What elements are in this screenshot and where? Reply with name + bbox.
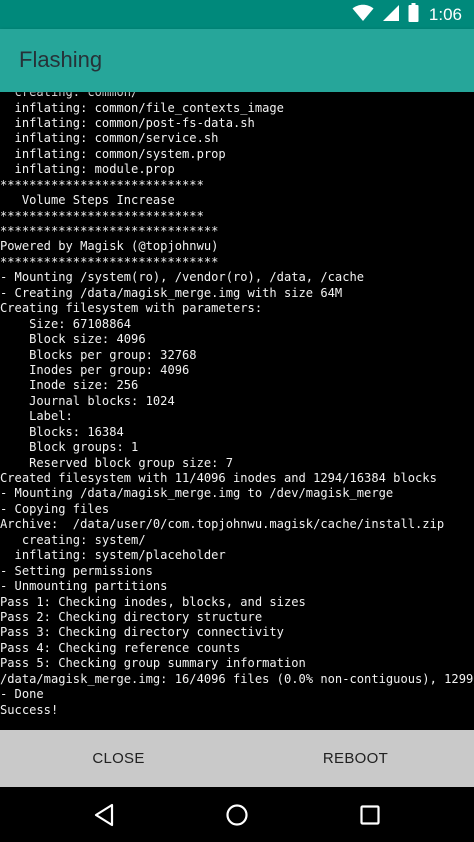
console-line: Inode size: 256: [0, 378, 139, 393]
console-line: inflating: common/file_contexts_image: [0, 100, 284, 115]
status-icons: 1:06: [352, 3, 462, 27]
console-line: ******************************: [0, 224, 219, 238]
console-line: inflating: common/system.prop: [0, 146, 226, 161]
console-line: Inodes per group: 4096: [0, 362, 190, 377]
recents-icon[interactable]: [356, 801, 384, 829]
wifi-icon: [352, 4, 374, 27]
console-line: - Mounting /system(ro), /vendor(ro), /da…: [0, 270, 365, 285]
console-line: - Mounting /data/magisk_merge.img to /de…: [0, 486, 394, 501]
console-line: ******************************: [0, 254, 219, 269]
console-line: Size: 67108864: [0, 316, 132, 331]
back-icon[interactable]: [90, 801, 118, 829]
console-line: Volume Steps Increase: [0, 193, 175, 208]
console-line: Blocks per group: 32768: [0, 347, 197, 362]
console-log: creating: common/ inflating: common/file…: [0, 92, 474, 718]
console-line: inflating: common/post-fs-data.sh: [0, 115, 255, 130]
console-line: /data/magisk_merge.img: 16/4096 files (0…: [0, 671, 474, 686]
reboot-button[interactable]: REBOOT: [237, 730, 474, 787]
console-line: Pass 1: Checking inodes, blocks, and siz…: [0, 594, 306, 609]
battery-icon: [408, 3, 419, 27]
console-line: ****************************: [0, 208, 204, 223]
close-button[interactable]: CLOSE: [0, 730, 237, 787]
navigation-bar: [0, 787, 474, 842]
console-line: creating: common/: [0, 92, 139, 100]
console-line: Creating filesystem with parameters:: [0, 301, 263, 316]
console-line: inflating: system/placeholder: [0, 548, 226, 563]
console-line: Reserved block group size: 7: [0, 455, 233, 470]
page-title: Flashing: [19, 47, 103, 72]
console-line: Block groups: 1: [0, 440, 139, 455]
console-line: Block size: 4096: [0, 332, 146, 347]
console-line: Pass 3: Checking directory connectivity: [0, 625, 284, 640]
console-line: Pass 5: Checking group summary informati…: [0, 656, 306, 671]
console-line: Archive: /data/user/0/com.topjohnwu.magi…: [0, 517, 445, 532]
console-line: Pass 4: Checking reference counts: [0, 640, 241, 655]
console-line: - Setting permissions: [0, 563, 153, 578]
home-icon[interactable]: [223, 801, 251, 829]
console-line: ****************************: [0, 177, 204, 192]
signal-icon: [382, 4, 400, 27]
console-line: - Unmounting partitions: [0, 579, 168, 594]
console-line: Created filesystem with 11/4096 inodes a…: [0, 471, 437, 485]
console-line: inflating: module.prop: [0, 162, 175, 177]
console-line: Powered by Magisk (@topjohnwu): [0, 239, 219, 254]
console-line: Success!: [0, 702, 59, 717]
status-bar: 1:06: [0, 0, 474, 29]
console-line: Pass 2: Checking directory structure: [0, 609, 263, 624]
console-line: inflating: common/service.sh: [0, 131, 219, 146]
status-time: 1:06: [428, 5, 462, 24]
console-output[interactable]: creating: common/ inflating: common/file…: [0, 92, 474, 730]
console-line: - Creating /data/magisk_merge.img with s…: [0, 285, 343, 300]
console-line: Blocks: 16384: [0, 424, 124, 439]
app-bar: Flashing: [0, 29, 474, 92]
console-line: Journal blocks: 1024: [0, 393, 175, 408]
console-line: - Done: [0, 687, 44, 702]
console-line: Label:: [0, 409, 73, 424]
action-button-bar: CLOSE REBOOT: [0, 730, 474, 787]
console-line: creating: system/: [0, 532, 146, 547]
console-line: - Copying files: [0, 501, 110, 516]
